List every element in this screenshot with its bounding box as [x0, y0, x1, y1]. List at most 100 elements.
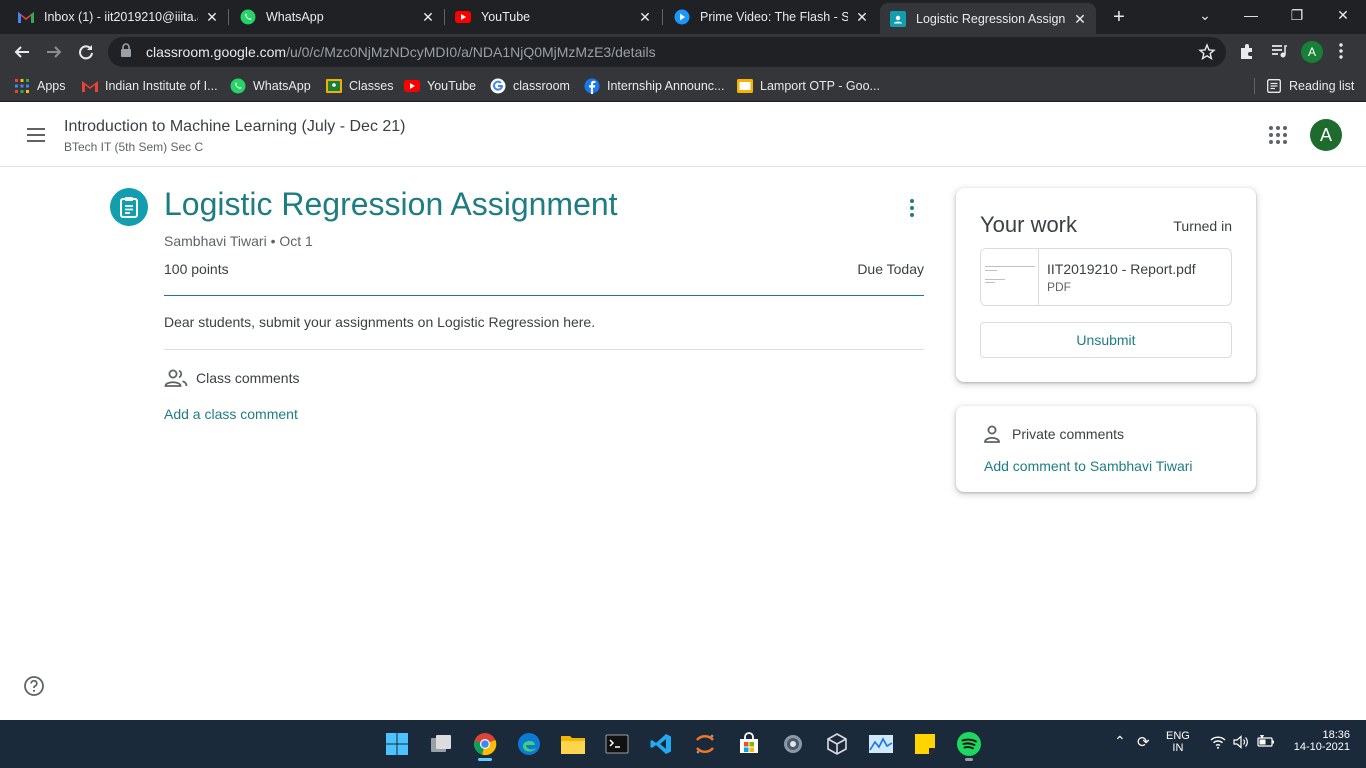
youtube-icon — [404, 78, 420, 94]
assignment-meta: Sambhavi Tiwari • Oct 1 — [164, 233, 313, 249]
volume-icon[interactable] — [1233, 735, 1249, 752]
taskbar-jupyter[interactable] — [689, 728, 721, 760]
add-class-comment-link[interactable]: Add a class comment — [164, 406, 298, 422]
whatsapp-icon — [240, 9, 256, 25]
bookmark-label: WhatsApp — [253, 79, 311, 93]
facebook-icon — [584, 78, 600, 94]
media-control-icon[interactable] — [1270, 42, 1290, 62]
close-icon[interactable]: ✕ — [1072, 11, 1088, 27]
tab-youtube[interactable]: YouTube ✕ — [437, 0, 661, 34]
close-window-button[interactable]: ✕ — [1320, 0, 1366, 34]
start-button[interactable] — [381, 728, 413, 760]
forward-button[interactable] — [40, 38, 68, 66]
bookmark-whatsapp[interactable]: WhatsApp — [230, 76, 311, 96]
taskbar-settings[interactable] — [777, 728, 809, 760]
bookmark-label: YouTube — [427, 79, 477, 93]
extensions-icon[interactable] — [1238, 42, 1258, 62]
tray-overflow-chevron-icon[interactable]: ⌃ — [1114, 733, 1126, 750]
tab-gmail[interactable]: Inbox (1) - iit2019210@iiita.ac.in ✕ — [0, 0, 228, 34]
minimize-button[interactable]: — — [1228, 0, 1274, 34]
tab-title: Inbox (1) - iit2019210@iiita.ac.in — [44, 10, 198, 24]
close-icon[interactable]: ✕ — [637, 9, 653, 25]
task-view-button[interactable] — [425, 728, 457, 760]
add-private-comment-link[interactable]: Add comment to Sambhavi Tiwari — [984, 458, 1193, 474]
google-apps-icon[interactable] — [1266, 123, 1290, 147]
taskbar-terminal[interactable] — [601, 728, 633, 760]
taskbar-vscode[interactable] — [645, 728, 677, 760]
restore-button[interactable]: ❐ — [1274, 0, 1320, 34]
taskbar-spotify[interactable] — [953, 728, 985, 761]
bookmark-youtube[interactable]: YouTube — [404, 76, 476, 96]
attachment-file-name: IIT2019210 - Report.pdf — [1047, 261, 1196, 277]
reading-list-button[interactable]: Reading list — [1266, 76, 1354, 96]
taskbar-file-explorer[interactable] — [557, 728, 589, 760]
sync-icon[interactable]: ⟳ — [1137, 733, 1150, 751]
youtube-icon — [455, 9, 471, 25]
reload-button[interactable] — [72, 38, 100, 66]
back-arrow-icon — [14, 46, 29, 58]
tab-search-icon[interactable]: ⌄ — [1182, 0, 1228, 34]
bookmark-iiit[interactable]: Indian Institute of I... — [82, 76, 218, 96]
windows-taskbar: ⌃ ⟳ ENG IN 18:36 14-10-2021 — [0, 720, 1366, 768]
terminal-icon — [605, 734, 629, 754]
clock[interactable]: 18:36 14-10-2021 — [1288, 729, 1350, 753]
close-icon[interactable]: ✕ — [420, 9, 436, 25]
account-avatar[interactable]: A — [1310, 119, 1342, 151]
tab-whatsapp[interactable]: WhatsApp ✕ — [222, 0, 444, 34]
taskbar-resource-monitor[interactable] — [865, 728, 897, 760]
bookmark-internship[interactable]: Internship Announc... — [584, 76, 724, 96]
bookmark-apps[interactable]: Apps — [14, 76, 66, 96]
clock-date: 14-10-2021 — [1293, 741, 1350, 753]
bookmark-classroom[interactable]: classroom — [490, 76, 570, 96]
taskbar-store[interactable] — [733, 728, 765, 760]
assignment-icon — [110, 188, 148, 226]
taskbar-virtualbox[interactable] — [821, 728, 853, 760]
taskbar-chrome[interactable] — [469, 728, 501, 761]
tab-prime-video[interactable]: Prime Video: The Flash - Season 1 ✕ — [656, 0, 878, 34]
assignment-instructions: Dear students, submit your assignments o… — [164, 314, 596, 330]
assignment-title: Logistic Regression Assignment — [164, 186, 618, 222]
bookmark-classes[interactable]: Classes — [326, 76, 393, 96]
reload-icon — [79, 45, 93, 60]
windows-start-icon — [386, 733, 408, 755]
more-options-icon[interactable] — [900, 196, 924, 220]
lock-icon — [120, 42, 134, 62]
classroom-icon — [326, 78, 342, 94]
help-icon[interactable] — [24, 676, 44, 696]
bookmark-lamport[interactable]: Lamport OTP - Goo... — [737, 76, 880, 96]
reading-list-label: Reading list — [1289, 79, 1355, 93]
gmail-icon — [18, 9, 34, 25]
address-bar[interactable]: classroom.google.com/u/0/c/Mzc0NjMzNDcyM… — [108, 37, 1226, 67]
tab-classroom-active[interactable]: Logistic Regression Assignment ✕ — [880, 3, 1096, 34]
close-icon[interactable]: ✕ — [854, 9, 870, 25]
pdf-thumbnail — [981, 249, 1039, 305]
instructions-divider — [164, 349, 924, 350]
profile-avatar[interactable]: A — [1301, 41, 1323, 63]
main-menu-icon[interactable] — [24, 123, 48, 147]
chrome-menu-icon[interactable] — [1332, 42, 1352, 62]
course-title[interactable]: Introduction to Machine Learning (July -… — [64, 118, 406, 136]
close-icon[interactable]: ✕ — [204, 9, 220, 25]
bookmark-separator — [1254, 78, 1255, 94]
taskbar-edge[interactable] — [513, 728, 545, 760]
apps-grid-icon — [14, 78, 30, 94]
bookmark-star-icon[interactable] — [1198, 43, 1216, 61]
assignment-due: Due Today — [857, 261, 924, 277]
private-comments-card: Private comments Add comment to Sambhavi… — [956, 406, 1256, 492]
unsubmit-button[interactable]: Unsubmit — [980, 322, 1232, 358]
wifi-icon[interactable] — [1210, 735, 1226, 752]
reading-list-icon — [1266, 78, 1282, 94]
tab-title: WhatsApp — [266, 10, 324, 24]
language-indicator[interactable]: ENG IN — [1166, 730, 1190, 754]
taskbar-sticky-notes[interactable] — [909, 728, 941, 760]
new-tab-button[interactable]: + — [1108, 7, 1130, 29]
bookmark-label: classroom — [513, 79, 570, 93]
battery-icon[interactable] — [1257, 735, 1275, 752]
attachment-chip[interactable]: IIT2019210 - Report.pdf PDF — [980, 248, 1232, 306]
monitor-chart-icon — [869, 735, 893, 753]
url-text: classroom.google.com/u/0/c/Mzc0NjMzNDcyM… — [146, 44, 656, 60]
slides-icon — [737, 78, 753, 94]
bookmark-label: Classes — [349, 79, 394, 93]
back-button[interactable] — [8, 38, 36, 66]
vscode-icon — [650, 734, 671, 754]
